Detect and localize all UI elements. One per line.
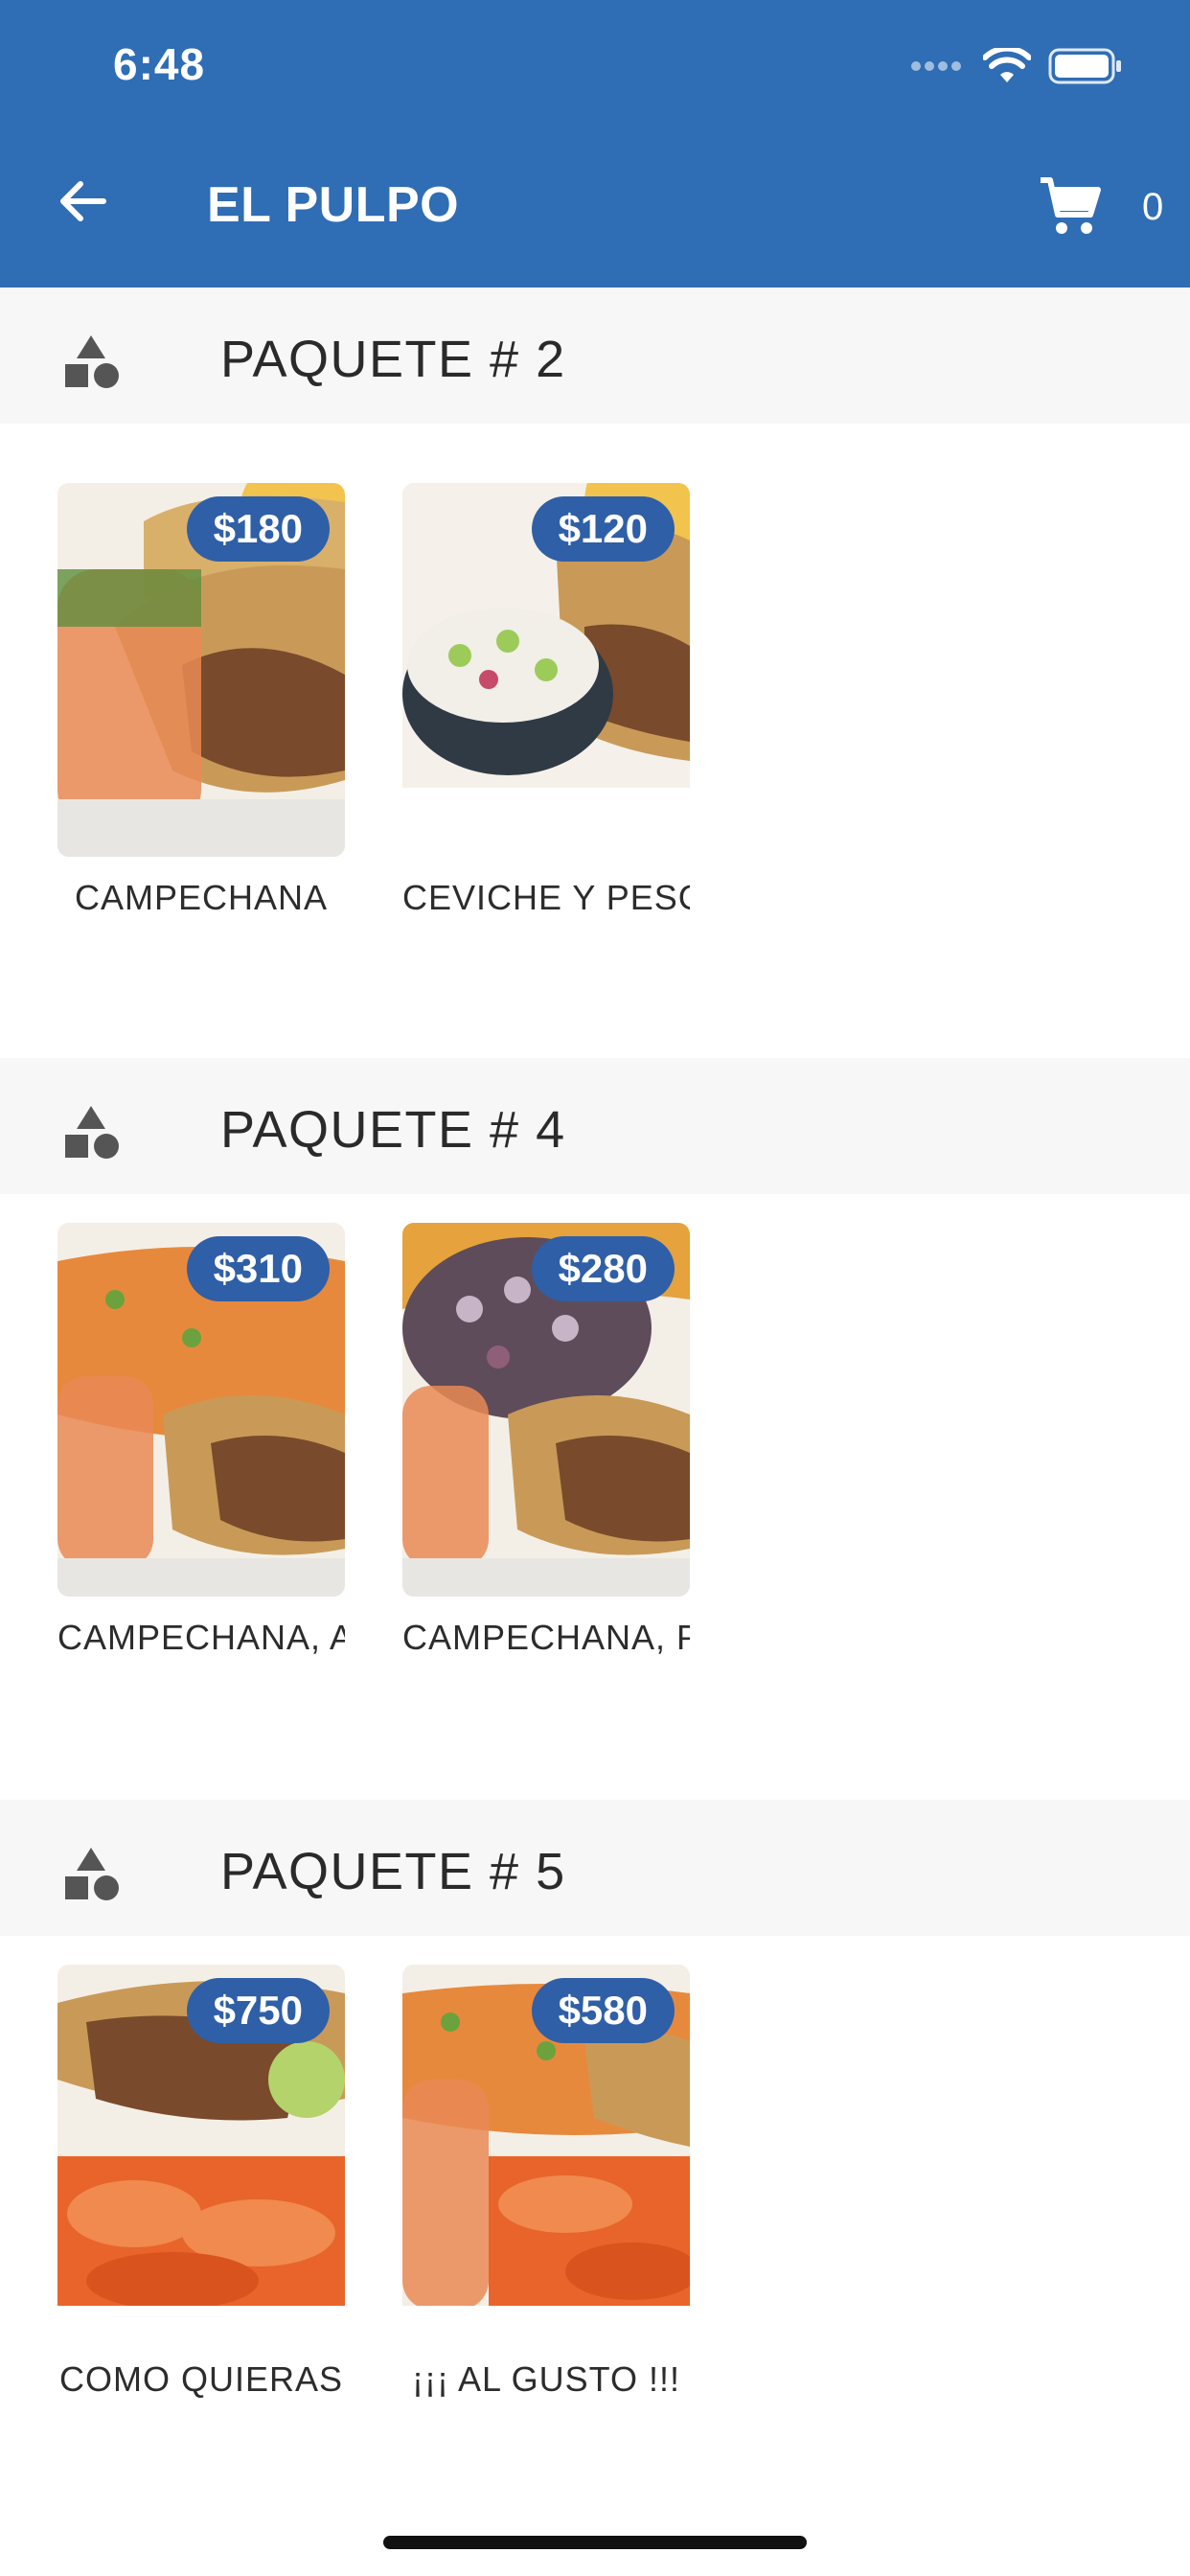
product-image[interactable]: $750 [57,1965,345,2338]
price-badge: $310 [186,1236,330,1301]
cart-count: 0 [1142,186,1164,228]
product-image[interactable]: $180 [57,483,345,857]
wifi-icon [983,48,1031,82]
status-icons [910,42,1123,90]
section-title: PAQUETE # 4 [220,1101,566,1159]
shapes-icon [65,1848,119,1900]
price-badge: $180 [186,496,330,562]
section-header-paquete-2[interactable]: PAQUETE # 2 [0,288,1190,424]
section-title: PAQUETE # 2 [220,331,566,388]
price-badge: $120 [531,496,675,562]
product-card[interactable]: $310 CAMPECHANA, ARROZ [57,1223,345,1658]
product-card[interactable]: $580 ¡¡¡ AL GUSTO !!! [402,1965,690,2400]
section-header-paquete-4[interactable]: PAQUETE # 4 [0,1058,1190,1194]
product-card[interactable]: $750 COMO QUIERAS [57,1965,345,2400]
shapes-icon [65,1106,119,1159]
product-name: ¡¡¡ AL GUSTO !!! [411,2359,681,2399]
price-badge: $280 [531,1236,675,1301]
product-card[interactable]: $280 CAMPECHANA, PULPO [402,1223,690,1658]
app-bar: 6:48 EL PULPO 0 [0,0,1190,288]
product-image[interactable]: $280 [402,1223,690,1597]
section-title: PAQUETE # 5 [220,1843,566,1900]
cart-icon[interactable] [1037,172,1104,240]
product-name: CAMPECHANA, ARROZ [57,1618,345,1657]
product-card[interactable]: $180 CAMPECHANA [57,483,345,918]
product-image[interactable]: $580 [402,1965,690,2338]
section-header-paquete-5[interactable]: PAQUETE # 5 [0,1800,1190,1936]
home-indicator[interactable] [383,2536,807,2549]
product-name: CEVICHE Y PESCADO [402,878,690,917]
product-card[interactable]: $120 CEVICHE Y PESCADO [402,483,690,918]
product-name: CAMPECHANA [74,878,329,917]
signal-icon [911,61,961,71]
page-title: EL PULPO [207,177,460,233]
arrow-left-icon[interactable] [54,172,111,230]
price-badge: $750 [186,1978,330,2043]
product-image[interactable]: $120 [402,483,690,857]
status-time: 6:48 [113,39,206,89]
product-name: COMO QUIERAS [58,2359,344,2399]
battery-icon [1048,48,1121,84]
shapes-icon [65,335,119,388]
product-name: CAMPECHANA, PULPO [402,1618,690,1657]
product-image[interactable]: $310 [57,1223,345,1597]
price-badge: $580 [531,1978,675,2043]
